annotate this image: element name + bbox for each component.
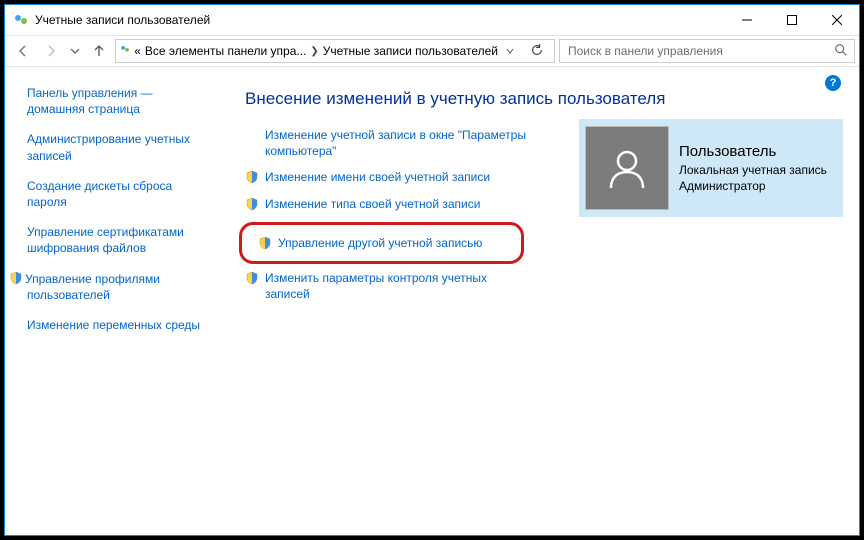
app-icon <box>13 12 29 28</box>
user-role: Администратор <box>679 178 827 194</box>
nav-up-button[interactable] <box>85 37 113 65</box>
action-change-in-settings[interactable]: Изменение учетной записи в окне "Парамет… <box>245 127 535 159</box>
nav-back-button[interactable] <box>9 37 37 65</box>
address-dropdown-button[interactable] <box>500 44 520 58</box>
sidebar-item-label: Управление профилями пользователей <box>25 272 160 302</box>
chevron-right-icon[interactable]: ❯ <box>310 46 318 57</box>
control-panel-window: Учетные записи пользователей <box>4 4 860 536</box>
recent-locations-button[interactable] <box>65 46 85 56</box>
titlebar: Учетные записи пользователей <box>5 5 859 35</box>
search-box[interactable] <box>559 39 855 63</box>
action-manage-other[interactable]: Управление другой учетной записью <box>258 235 505 251</box>
window-title: Учетные записи пользователей <box>35 13 210 27</box>
shield-icon <box>245 170 259 184</box>
search-icon[interactable] <box>834 43 848 60</box>
breadcrumb-segment[interactable]: Все элементы панели упра... <box>143 44 309 58</box>
shield-icon <box>245 197 259 211</box>
user-name: Пользователь <box>679 142 827 162</box>
navigation-bar: « Все элементы панели упра... ❯ Учетные … <box>5 35 859 67</box>
app-icon <box>120 43 130 59</box>
action-change-name[interactable]: Изменение имени своей учетной записи <box>245 169 535 185</box>
refresh-button[interactable] <box>524 43 550 60</box>
sidebar-link-admin-accounts[interactable]: Администрирование учетных записей <box>27 131 207 163</box>
action-label: Изменение имени своей учетной записи <box>265 169 535 185</box>
nav-forward-button[interactable] <box>37 37 65 65</box>
avatar <box>585 126 669 210</box>
main-content: Внесение изменений в учетную запись поль… <box>215 67 859 535</box>
breadcrumb-segment[interactable]: Учетные записи пользователей <box>321 44 500 58</box>
action-label: Управление другой учетной записью <box>278 235 505 251</box>
action-label: Изменить параметры контроля учетных запи… <box>265 270 535 302</box>
address-bar[interactable]: « Все элементы панели упра... ❯ Учетные … <box>115 39 555 63</box>
minimize-button[interactable] <box>724 5 769 34</box>
action-label: Изменение типа своей учетной записи <box>265 196 535 212</box>
sidebar: Панель управления — домашняя страница Ад… <box>5 67 215 535</box>
sidebar-link-reset-disk[interactable]: Создание дискеты сброса пароля <box>27 178 207 210</box>
maximize-button[interactable] <box>769 5 814 34</box>
shield-icon <box>245 271 259 285</box>
search-input[interactable] <box>566 43 830 59</box>
shield-icon <box>258 236 272 250</box>
user-card: Пользователь Локальная учетная запись Ад… <box>579 119 843 217</box>
close-button[interactable] <box>814 5 859 34</box>
sidebar-link-profiles[interactable]: Управление профилями пользователей <box>27 271 207 303</box>
user-account-type: Локальная учетная запись <box>679 162 827 178</box>
action-change-type[interactable]: Изменение типа своей учетной записи <box>245 196 535 212</box>
highlight-callout: Управление другой учетной записью <box>239 222 524 264</box>
sidebar-link-certificates[interactable]: Управление сертификатами шифрования файл… <box>27 224 207 256</box>
sidebar-link-home[interactable]: Панель управления — домашняя страница <box>27 85 207 117</box>
sidebar-link-env-vars[interactable]: Изменение переменных среды <box>27 317 207 333</box>
action-uac-settings[interactable]: Изменить параметры контроля учетных запи… <box>245 270 535 302</box>
breadcrumb-prefix: « <box>132 44 143 58</box>
action-label: Изменение учетной записи в окне "Парамет… <box>265 127 535 159</box>
page-heading: Внесение изменений в учетную запись поль… <box>245 89 835 109</box>
shield-icon <box>9 271 23 285</box>
